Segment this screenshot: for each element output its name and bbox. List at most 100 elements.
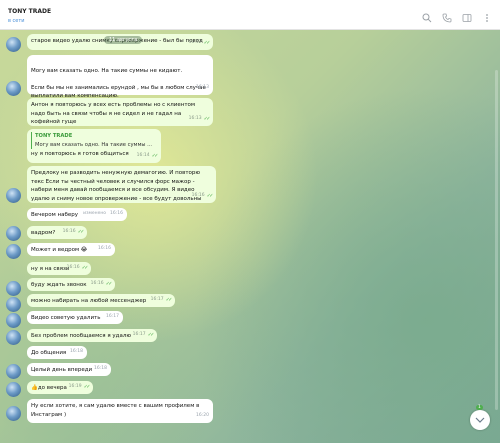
message-bubble[interactable]: можно набирать на любой мессенджер 16:17… [27, 294, 175, 307]
avatar[interactable] [6, 281, 21, 296]
message-meta: изменено 16:16 [83, 210, 123, 219]
message-time: 16:13 [188, 116, 202, 122]
avatar[interactable] [6, 81, 21, 96]
header-actions [422, 13, 492, 23]
message-time: 16:17 [106, 314, 119, 320]
reply-snippet: Могу вам сказать одно. На такие суммы ..… [35, 141, 153, 148]
message-meta: 16:12 ✓✓ [188, 39, 211, 48]
message-bubble[interactable]: вадром? 16:16 ✓✓ [27, 226, 87, 239]
message-text: ну я на связи [31, 266, 70, 272]
message-time: 16:17 [132, 332, 146, 338]
message-bubble[interactable]: буду ждать звонок 16:16 ✓✓ [27, 278, 115, 291]
message-meta: 16:17 ✓✓ [150, 296, 173, 305]
avatar[interactable] [6, 330, 21, 345]
message-time: 16:12 [188, 40, 202, 46]
message-meta: 16:20 [196, 412, 209, 421]
message-bubble[interactable]: Предлоку не разводить ненужную демагогию… [27, 166, 216, 203]
message-meta: 16:18 [70, 348, 83, 357]
reply-author: TONY TRADE [35, 133, 73, 139]
chat-title[interactable]: TONY TRADE [8, 8, 51, 15]
message-meta: 16:16 ✓✓ [66, 264, 89, 273]
message-text: Видео советую удалить [31, 315, 101, 321]
message-meta: 16:16 ✓✓ [90, 280, 113, 289]
message-bubble[interactable]: TONY TRADE Могу вам сказать одно. На так… [27, 129, 161, 163]
read-checks-icon: ✓✓ [81, 265, 89, 272]
message-meta: 16:14 ✓✓ [136, 152, 159, 161]
message-bubble[interactable]: ну я на связи 16:16 ✓✓ [27, 262, 91, 275]
message-time: 16:16 [66, 265, 80, 271]
read-checks-icon: ✓✓ [206, 193, 214, 200]
message-text: буду ждать звонок [31, 282, 87, 288]
read-checks-icon: ✓✓ [83, 384, 91, 391]
message-text: До общения [31, 350, 67, 356]
phone-icon[interactable] [442, 13, 452, 23]
message-text: Может и ведром 😂 [31, 247, 88, 253]
message-bubble[interactable]: Антон я повторюсь у всех есть проблемы н… [27, 98, 213, 126]
message-time: 16:19 [68, 384, 82, 390]
message-text: можно набирать на любой мессенджер [31, 298, 147, 304]
avatar[interactable] [6, 313, 21, 328]
edited-label: изменено [83, 211, 107, 217]
message-time: 16:18 [94, 366, 107, 372]
date-separator: 11 августа [104, 36, 143, 44]
chat-header: TONY TRADE в сети [0, 0, 500, 30]
scroll-to-bottom-button[interactable]: 1 [470, 405, 490, 430]
message-bubble[interactable]: Ну если хотите, я сам удалю вместе с ваш… [27, 399, 213, 423]
read-checks-icon: ✓✓ [151, 153, 159, 160]
message-time: 16:16 [90, 281, 104, 287]
message-time: 16:16 [110, 211, 123, 217]
message-meta: 16:16 ✓✓ [191, 192, 214, 201]
message-text: Ну если хотите, я сам удалю вместе с ваш… [31, 403, 200, 418]
reply-quote[interactable]: TONY TRADE Могу вам сказать одно. На так… [31, 132, 157, 150]
chevron-down-icon [475, 417, 485, 423]
message-time: 16:13 [196, 85, 209, 91]
read-checks-icon: ✓✓ [203, 116, 211, 123]
message-time: 16:16 [191, 193, 205, 199]
message-text: Без проблем пообщаемся я удалю [31, 333, 131, 339]
message-time: 16:17 [150, 297, 164, 303]
message-time: 16:16 [62, 229, 76, 235]
chat-status: в сети [8, 18, 25, 24]
message-bubble[interactable]: Видео советую удалить 16:17 [27, 311, 123, 324]
avatar[interactable] [6, 297, 21, 312]
message-bubble[interactable]: Могу вам сказать одно. На такие суммы не… [27, 55, 213, 99]
message-meta: 16:17 [106, 313, 119, 322]
avatar[interactable] [6, 37, 21, 52]
message-meta: 16:16 ✓✓ [62, 228, 85, 237]
avatar[interactable] [6, 188, 21, 203]
avatar[interactable] [6, 364, 21, 379]
message-bubble[interactable]: До общения 16:18 [27, 346, 87, 359]
message-text: Целый день впереди [31, 367, 93, 373]
message-text: Антон я повторюсь у всех есть проблемы н… [31, 102, 196, 126]
message-text: ну я повторюсь я готов общиться [31, 151, 129, 158]
avatar[interactable] [6, 406, 21, 421]
message-time: 16:14 [136, 153, 150, 159]
message-meta: 16:16 [98, 245, 111, 254]
avatar[interactable] [6, 382, 21, 397]
message-bubble[interactable]: Вечером наберу изменено 16:16 [27, 208, 127, 221]
read-checks-icon: ✓✓ [147, 332, 155, 339]
sidebar-toggle-icon[interactable] [462, 13, 472, 23]
read-checks-icon: ✓✓ [105, 281, 113, 288]
message-meta: 16:13 [196, 84, 209, 93]
avatar[interactable] [6, 244, 21, 259]
message-meta: 16:17 ✓✓ [132, 331, 155, 340]
message-bubble[interactable]: Без проблем пообщаемся я удалю 16:17 ✓✓ [27, 329, 157, 342]
message-list[interactable]: старое видео удалю снимку опровержение -… [0, 30, 500, 443]
message-bubble[interactable]: Целый день впереди 16:18 [27, 363, 111, 376]
message-meta: 16:18 [94, 365, 107, 374]
message-meta: 16:13 ✓✓ [188, 115, 211, 124]
unread-badge: 1 [476, 405, 483, 410]
message-text: вадром? [31, 230, 56, 236]
read-checks-icon: ✓✓ [165, 297, 173, 304]
avatar[interactable] [6, 226, 21, 241]
message-text: Вечером наберу [31, 212, 79, 218]
message-text: Могу вам сказать одно. На такие суммы не… [31, 67, 206, 100]
read-checks-icon: ✓✓ [77, 229, 85, 236]
message-bubble[interactable]: Может и ведром 😂 16:16 [27, 243, 115, 256]
message-time: 16:16 [98, 246, 111, 252]
message-bubble[interactable]: 👍до вечера 16:19 ✓✓ [27, 381, 93, 394]
more-icon[interactable] [482, 13, 492, 23]
search-icon[interactable] [422, 13, 432, 23]
scrollbar[interactable] [495, 70, 498, 410]
